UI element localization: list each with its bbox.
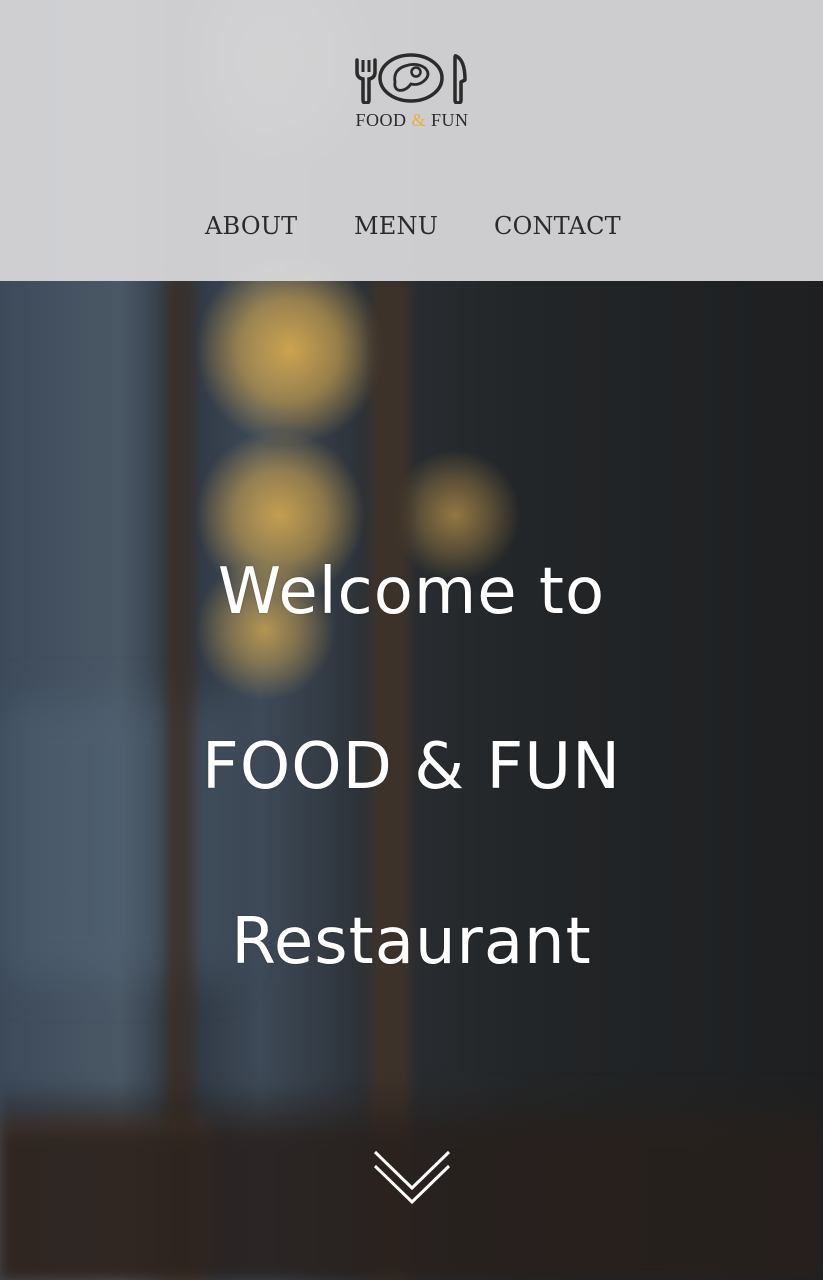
nav-item-about[interactable]: ABOUT — [205, 212, 297, 240]
knife-icon — [453, 54, 467, 104]
page: FOOD & FUN ABOUT MENU CONTACT Welcome to… — [0, 0, 823, 1280]
logo-ampersand: & — [411, 110, 426, 130]
hero-title-line-2: FOOD & FUN — [202, 730, 621, 804]
fork-icon — [355, 58, 377, 104]
plate-icon — [378, 53, 444, 103]
nav-item-menu[interactable]: MENU — [354, 212, 438, 240]
logo-word-fun: FUN — [426, 110, 469, 130]
main-nav: ABOUT MENU CONTACT — [0, 212, 823, 252]
logo-icon — [355, 53, 467, 104]
nav-item-contact[interactable]: CONTACT — [494, 212, 621, 240]
chevron-double-down-icon[interactable] — [371, 1148, 453, 1206]
logo-wordmark: FOOD & FUN — [328, 110, 496, 131]
site-header: FOOD & FUN ABOUT MENU CONTACT — [0, 0, 823, 281]
logo[interactable]: FOOD & FUN — [328, 52, 496, 132]
hero-title-line-3: Restaurant — [231, 905, 592, 979]
hero-title-line-1: Welcome to — [217, 555, 606, 629]
logo-word-food: FOOD — [355, 110, 412, 130]
